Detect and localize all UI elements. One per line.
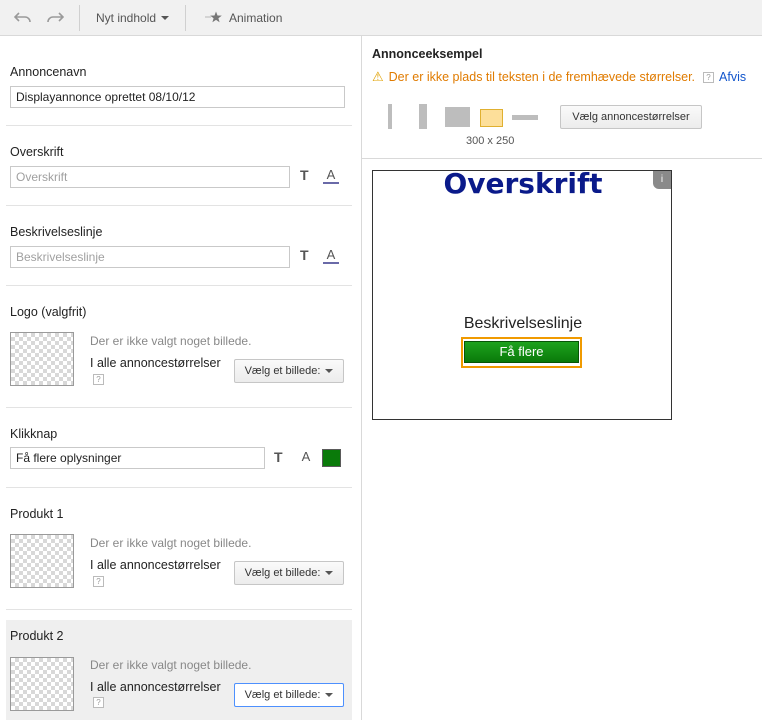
size-option-wide-skyscraper[interactable] — [419, 104, 427, 129]
no-image-text: Der er ikke valgt noget billede. — [90, 334, 252, 348]
text-color-icon[interactable]: A — [298, 449, 314, 464]
help-icon[interactable]: ? — [93, 697, 104, 708]
undo-icon — [13, 10, 32, 27]
section-click-button: Klikknap T A — [6, 408, 352, 487]
chevron-down-icon — [325, 571, 334, 575]
dismiss-link[interactable]: Afvis — [719, 70, 746, 84]
description-label: Beskrivelseslinje — [10, 225, 103, 239]
warning-text: Der er ikke plads til teksten i de fremh… — [388, 70, 696, 84]
section-product-1: Produkt 1 Der er ikke valgt noget billed… — [6, 488, 352, 609]
choose-product-2-image-button[interactable]: Vælg et billede: — [234, 683, 344, 707]
chevron-down-icon — [325, 369, 334, 373]
all-sizes-text: I alle annoncestørrelser — [90, 680, 221, 694]
choose-product-1-image-button[interactable]: Vælg et billede: — [234, 561, 344, 585]
text-format-icon[interactable]: T — [274, 449, 283, 465]
section-headline: Overskrift T A — [6, 126, 352, 205]
toolbar-separator — [79, 5, 80, 31]
ad-preview[interactable]: Overskrift i Beskrivelseslinje Få flere — [372, 170, 672, 420]
choose-sizes-label: Vælg annoncestørrelser — [572, 111, 690, 123]
toolbar: Nyt indhold Animation — [0, 0, 762, 36]
ad-size-selector: Vælg annoncestørrelser 300 x 250 — [362, 96, 762, 159]
text-color-icon[interactable]: A — [323, 248, 339, 264]
animation-label: Animation — [229, 11, 283, 25]
text-format-icon[interactable]: T — [300, 167, 309, 183]
product-1-image-placeholder[interactable] — [10, 534, 74, 588]
logo-label: Logo (valgfrit) — [10, 305, 87, 319]
description-input[interactable] — [10, 246, 290, 268]
logo-image-placeholder[interactable] — [10, 332, 74, 386]
editor-panel: Annoncenavn Overskrift T A Beskrivelsesl… — [0, 36, 361, 720]
choose-logo-image-button[interactable]: Vælg et billede: — [234, 359, 344, 383]
choose-image-label: Vælg et billede: — [244, 567, 321, 579]
preview-title: Annonceeksempel — [372, 47, 483, 61]
toolbar-separator — [185, 5, 186, 31]
click-button-label: Klikknap — [10, 427, 58, 441]
ad-name-label: Annoncenavn — [10, 65, 87, 79]
undo-button[interactable] — [13, 0, 32, 36]
ad-headline: Overskrift — [443, 170, 603, 200]
help-icon[interactable]: ? — [93, 374, 104, 385]
text-color-icon[interactable]: A — [323, 168, 339, 184]
animation-button[interactable]: Animation — [203, 0, 282, 36]
new-content-menu[interactable]: Nyt indhold — [96, 0, 170, 36]
warning-icon: ⚠ — [372, 69, 384, 84]
redo-icon — [46, 10, 65, 27]
no-image-text: Der er ikke valgt noget billede. — [90, 536, 252, 550]
no-image-text: Der er ikke valgt noget billede. — [90, 658, 252, 672]
section-divider — [6, 609, 352, 610]
star-icon — [203, 11, 223, 26]
product-1-label: Produkt 1 — [10, 507, 64, 521]
redo-button[interactable] — [46, 0, 65, 36]
ad-cta-button[interactable]: Få flere — [464, 341, 579, 363]
product-2-label: Produkt 2 — [10, 629, 64, 643]
size-warning: ⚠ Der er ikke plads til teksten i de fre… — [372, 69, 746, 85]
product-2-image-placeholder[interactable] — [10, 657, 74, 711]
size-option-leaderboard[interactable] — [512, 115, 538, 120]
chevron-down-icon — [161, 16, 170, 20]
selected-size-label: 300 x 250 — [466, 135, 515, 147]
size-option-large-rectangle[interactable] — [445, 107, 470, 127]
info-icon[interactable]: i — [653, 171, 671, 189]
preview-panel: Annonceeksempel ⚠ Der er ikke plads til … — [362, 36, 762, 720]
size-option-medium-rectangle[interactable] — [480, 109, 503, 127]
section-product-2: Produkt 2 Der er ikke valgt noget billed… — [6, 620, 352, 720]
section-ad-name: Annoncenavn — [6, 36, 352, 125]
help-icon[interactable]: ? — [93, 576, 104, 587]
help-icon[interactable]: ? — [703, 71, 715, 83]
button-color-swatch[interactable] — [322, 449, 341, 467]
size-option-skyscraper[interactable] — [388, 104, 392, 129]
new-content-label: Nyt indhold — [96, 11, 157, 25]
choose-ad-sizes-button[interactable]: Vælg annoncestørrelser — [560, 105, 702, 129]
headline-input[interactable] — [10, 166, 290, 188]
all-sizes-text: I alle annoncestørrelser — [90, 558, 221, 572]
text-format-icon[interactable]: T — [300, 247, 309, 263]
headline-label: Overskrift — [10, 145, 64, 159]
ad-name-input[interactable] — [10, 86, 345, 108]
choose-image-label: Vælg et billede: — [244, 365, 321, 377]
ad-description: Beskrivelseslinje — [463, 315, 583, 332]
click-button-input[interactable] — [10, 447, 265, 469]
section-logo: Logo (valgfrit) Der er ikke valgt noget … — [6, 286, 352, 407]
chevron-down-icon — [325, 693, 334, 697]
section-description: Beskrivelseslinje T A — [6, 206, 352, 285]
choose-image-label: Vælg et billede: — [244, 689, 321, 701]
all-sizes-text: I alle annoncestørrelser — [90, 356, 221, 370]
